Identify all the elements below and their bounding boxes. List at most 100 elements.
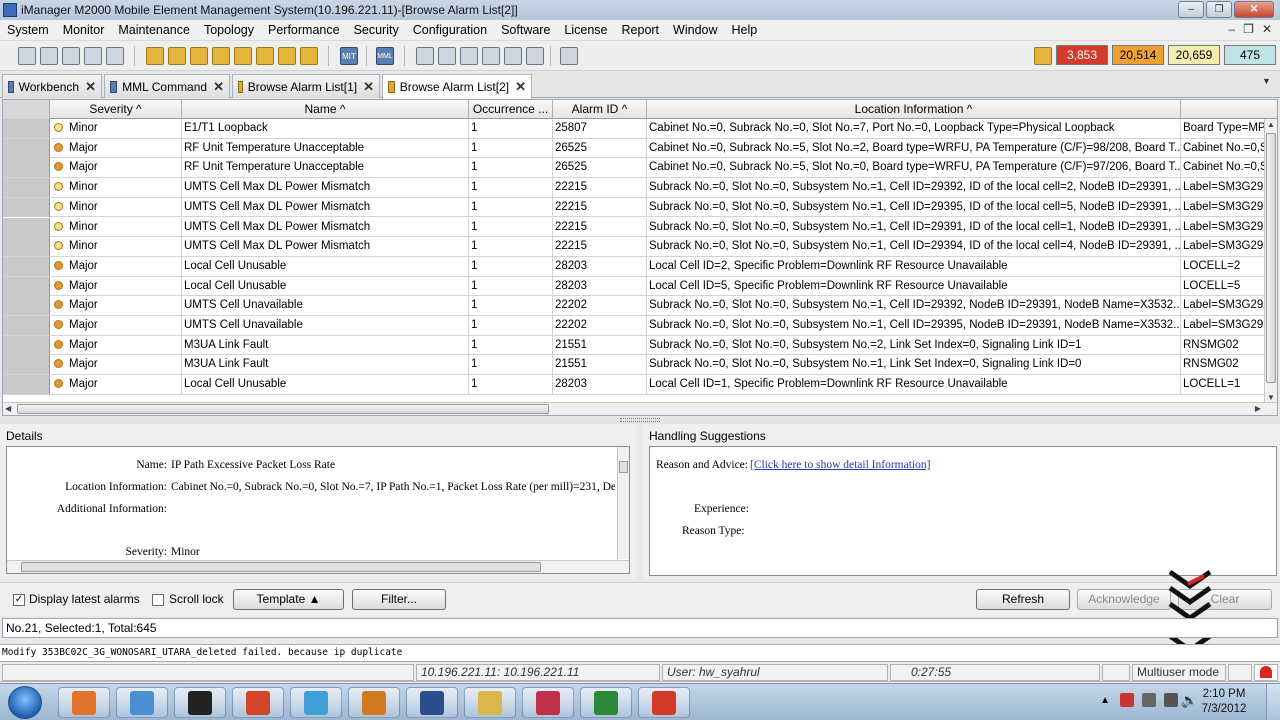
maximize-button[interactable]: ❐: [1206, 1, 1232, 18]
alarm-setting-icon[interactable]: [212, 47, 230, 65]
taskbar-outlook-button[interactable]: [116, 687, 168, 718]
scroll-down-icon[interactable]: ▼: [1267, 393, 1275, 402]
taskbar-access-button[interactable]: [522, 687, 574, 718]
menu-topology[interactable]: Topology: [197, 23, 261, 37]
taskbar-m2000-button[interactable]: [406, 687, 458, 718]
inner-close-button[interactable]: ✕: [1262, 22, 1272, 36]
column-name[interactable]: Name ^: [182, 100, 469, 119]
table-row[interactable]: Minor E1/T1 Loopback 1 25807 Cabinet No.=0, …: [3, 119, 1277, 139]
row-header[interactable]: [3, 335, 50, 355]
menu-help[interactable]: Help: [725, 23, 765, 37]
alarm-shield-icon[interactable]: [278, 47, 296, 65]
row-header[interactable]: [3, 119, 50, 138]
scroll-up-icon[interactable]: ▲: [1267, 120, 1275, 129]
menu-window[interactable]: Window: [666, 23, 724, 37]
row-header[interactable]: [3, 276, 50, 296]
menu-monitor[interactable]: Monitor: [56, 23, 112, 37]
table-row[interactable]: Minor UMTS Cell Max DL Power Mismatch 1 222…: [3, 178, 1277, 198]
row-header[interactable]: [3, 316, 50, 335]
settings-icon[interactable]: [106, 47, 124, 65]
alarm-bell-icon[interactable]: [234, 47, 252, 65]
details-horizontal-scrollbar[interactable]: [7, 560, 629, 573]
mit-icon[interactable]: MIT: [340, 47, 358, 65]
row-header[interactable]: [3, 355, 50, 375]
lock-icon[interactable]: [62, 47, 80, 65]
critical-alarm-count[interactable]: 3,853: [1056, 45, 1108, 65]
table-row[interactable]: Major Local Cell Unusable 1 28203 Local Cell…: [3, 375, 1277, 395]
filter-button[interactable]: Filter...: [352, 589, 446, 610]
taskbar-excel-button[interactable]: [580, 687, 632, 718]
column-extra[interactable]: [1181, 100, 1277, 119]
splitter[interactable]: [0, 417, 1280, 424]
menu-maintenance[interactable]: Maintenance: [111, 23, 197, 37]
taskbar-firefox-button[interactable]: [58, 687, 110, 718]
menu-software[interactable]: Software: [494, 23, 557, 37]
row-header[interactable]: [3, 138, 50, 158]
tab-browse-alarm-list-1[interactable]: Browse Alarm List[1] ✕: [232, 74, 380, 98]
tab-browse-alarm-list-2[interactable]: Browse Alarm List[2] ✕: [382, 74, 532, 99]
inner-minimize-button[interactable]: –: [1228, 22, 1235, 36]
minor-alarm-count[interactable]: 20,659: [1168, 45, 1220, 65]
close-button[interactable]: ✕: [1234, 1, 1274, 18]
tab-list-dropdown-icon[interactable]: ▼: [1262, 76, 1276, 92]
tray-expand-icon[interactable]: ▲: [1100, 695, 1110, 706]
performance-icon[interactable]: [482, 47, 500, 65]
table-row[interactable]: Major UMTS Cell Unavailable 1 22202 Subrack …: [3, 296, 1277, 316]
acknowledge-button[interactable]: Acknowledge: [1077, 589, 1171, 610]
tab-workbench[interactable]: Workbench ✕: [2, 74, 102, 98]
clock[interactable]: 2:10 PM 7/3/2012: [1196, 687, 1252, 717]
alarm-filter-icon[interactable]: [190, 47, 208, 65]
topology-tool-icon[interactable]: [18, 47, 36, 65]
row-header[interactable]: [3, 296, 50, 316]
taskbar-reader-button[interactable]: [348, 687, 400, 718]
table-row[interactable]: Major M3UA Link Fault 1 21551 Subrack No.=0,…: [3, 355, 1277, 376]
device-icon[interactable]: [438, 47, 456, 65]
table-row[interactable]: Major UMTS Cell Unavailable 1 22202 Subrack …: [3, 316, 1277, 336]
display-latest-checkbox[interactable]: ✓: [13, 594, 25, 606]
alarm-browse-icon[interactable]: [146, 47, 164, 65]
column-occurrence[interactable]: Occurrence ...: [469, 100, 553, 119]
table-row[interactable]: Minor UMTS Cell Max DL Power Mismatch 1 222…: [3, 237, 1277, 257]
menu-security[interactable]: Security: [347, 23, 406, 37]
detail-info-link[interactable]: [Click here to show detail Information]: [750, 459, 930, 471]
tray-network-icon[interactable]: [1164, 693, 1178, 707]
taskbar-remote-button[interactable]: [638, 687, 690, 718]
table-row[interactable]: Minor UMTS Cell Max DL Power Mismatch 1 222…: [3, 217, 1277, 238]
monitor-icon[interactable]: [84, 47, 102, 65]
column-alarm-id[interactable]: Alarm ID ^: [553, 100, 647, 119]
start-button[interactable]: [8, 686, 42, 719]
row-header[interactable]: [3, 217, 50, 237]
column-severity[interactable]: Severity ^: [50, 100, 182, 119]
major-alarm-count[interactable]: 20,514: [1112, 45, 1164, 65]
alarm-query-icon[interactable]: [168, 47, 186, 65]
mml-icon[interactable]: MML: [376, 47, 394, 65]
menu-report[interactable]: Report: [615, 23, 667, 37]
pin-icon[interactable]: [560, 47, 578, 65]
tray-security-icon[interactable]: [1120, 693, 1134, 707]
row-header[interactable]: [3, 237, 50, 257]
template-button[interactable]: Template ▲: [233, 589, 344, 610]
row-header[interactable]: [3, 178, 50, 198]
table-row[interactable]: Major Local Cell Unusable 1 28203 Local Cell…: [3, 256, 1277, 277]
alarm-sound-icon[interactable]: [300, 47, 318, 65]
table-row[interactable]: Major Local Cell Unusable 1 28203 Local Cell…: [3, 276, 1277, 297]
vertical-scrollbar[interactable]: ▲ ▼: [1264, 119, 1277, 403]
row-header[interactable]: [3, 256, 50, 276]
inner-restore-button[interactable]: ❐: [1243, 22, 1254, 36]
table-row[interactable]: Minor UMTS Cell Max DL Power Mismatch 1 222…: [3, 197, 1277, 218]
menu-license[interactable]: License: [557, 23, 614, 37]
menu-configuration[interactable]: Configuration: [406, 23, 494, 37]
trace-icon[interactable]: [416, 47, 434, 65]
show-desktop-button[interactable]: [1266, 684, 1280, 720]
menu-performance[interactable]: Performance: [261, 23, 347, 37]
warning-alarm-count[interactable]: 475: [1224, 45, 1276, 65]
close-icon[interactable]: ✕: [515, 79, 526, 95]
report-icon[interactable]: [526, 47, 544, 65]
minimize-button[interactable]: –: [1178, 1, 1204, 18]
row-header[interactable]: [3, 375, 50, 395]
row-header[interactable]: [3, 197, 50, 217]
scroll-lock-checkbox[interactable]: [152, 594, 164, 606]
taskbar-explorer-button[interactable]: [464, 687, 516, 718]
close-icon[interactable]: ✕: [363, 79, 374, 95]
taskbar-terminal-button[interactable]: [174, 687, 226, 718]
